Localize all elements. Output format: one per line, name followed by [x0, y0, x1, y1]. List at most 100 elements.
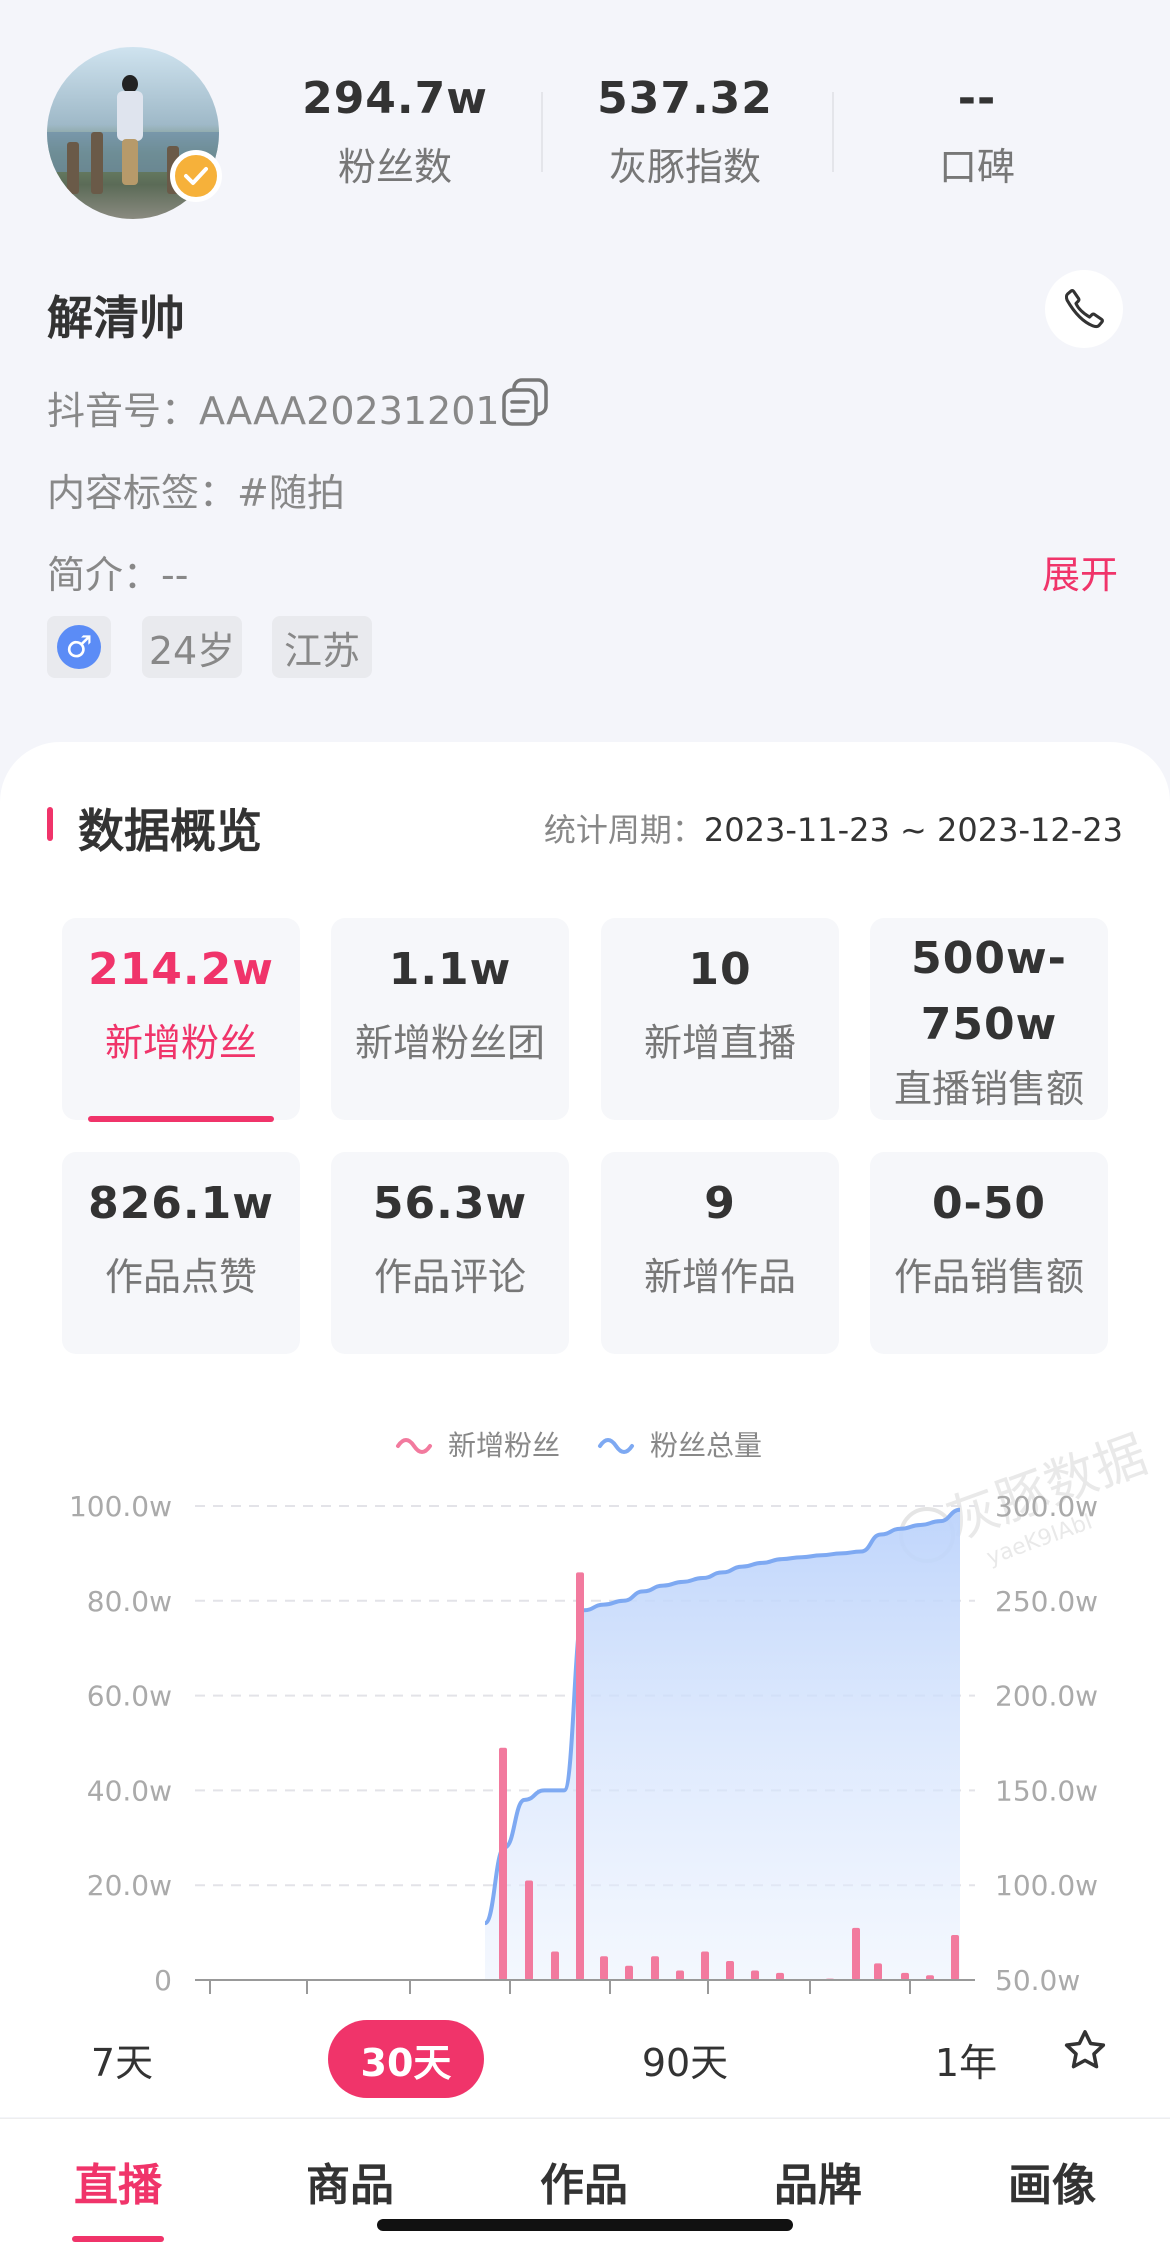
new-fans-bar — [651, 1956, 659, 1980]
expand-link[interactable]: 展开 — [1042, 544, 1118, 599]
new-fans-bar — [525, 1880, 533, 1980]
total-fans-area — [485, 1509, 960, 1980]
tile-value: 0-50 — [931, 1178, 1047, 1229]
tile-label: 作品点赞 — [104, 1255, 257, 1299]
tile-work-comments[interactable]: 56.3w 作品评论 — [331, 1152, 569, 1354]
y-left-tick-label: 80.0w — [87, 1585, 172, 1618]
chart-svg: 新增粉丝 粉丝总量 灰豚数据 yaeK9IAbI 020.0w40.0w60.0… — [69, 1425, 1155, 1997]
new-fans-bar — [701, 1951, 709, 1980]
stat-reputation[interactable]: -- 口碑 — [867, 70, 1087, 191]
y-left-tick-label: 100.0w — [69, 1490, 172, 1523]
y-right-tick-label: 150.0w — [995, 1774, 1098, 1807]
tile-new-fans[interactable]: 214.2w 新增粉丝 — [62, 918, 300, 1122]
tile-label: 新增粉丝 — [104, 1021, 257, 1065]
douyin-id-label: 抖音号： — [47, 389, 200, 433]
content-tag-value: #随拍 — [237, 471, 345, 515]
stat-fans[interactable]: 294.7w 粉丝数 — [285, 70, 505, 191]
tab-works[interactable]: 作品 — [504, 2149, 664, 2213]
period-1y[interactable]: 1年 — [906, 2020, 1026, 2098]
tile-label: 作品销售额 — [893, 1255, 1084, 1299]
tile-live-sales[interactable]: 500w- 750w 直播销售额 — [870, 918, 1108, 1120]
new-fans-bar — [625, 1965, 633, 1980]
tile-value: 10 — [688, 944, 752, 995]
stat-index[interactable]: 537.32 灰豚指数 — [575, 70, 795, 191]
male-icon: ♂ — [65, 629, 93, 665]
y-left-tick-label: 40.0w — [87, 1774, 172, 1807]
phone-icon — [1064, 289, 1104, 329]
bottom-tab-bar: 直播 商品 作品 品牌 画像 — [0, 2118, 1170, 2259]
period-value: 2023-11-23 ~ 2023-12-23 — [703, 811, 1123, 849]
star-icon — [1064, 2030, 1106, 2069]
section-title: 数据概览 — [78, 804, 262, 858]
tile-label: 新增作品 — [643, 1255, 796, 1299]
legend-total-fans-icon — [598, 1438, 634, 1454]
period-7d[interactable]: 7天 — [62, 2020, 182, 2098]
tab-active-indicator — [72, 2236, 164, 2242]
tab-brands[interactable]: 品牌 — [738, 2149, 898, 2213]
tab-live[interactable]: 直播 — [38, 2149, 198, 2213]
age-tag: 24岁 — [142, 616, 242, 678]
divider — [832, 92, 834, 172]
y-left-tick-label: 20.0w — [87, 1869, 172, 1902]
intro-label: 简介： — [47, 553, 162, 597]
y-right-tick-label: 250.0w — [995, 1585, 1098, 1618]
new-fans-bar — [726, 1961, 734, 1980]
stat-period: 统计周期：2023-11-23 ~ 2023-12-23 — [544, 805, 1123, 851]
new-fans-bar — [776, 1972, 784, 1980]
tab-portrait[interactable]: 画像 — [972, 2149, 1132, 2213]
profile-name: 解清帅 — [47, 291, 185, 345]
fans-chart[interactable]: 新增粉丝 粉丝总量 灰豚数据 yaeK9IAbI 0 20.0w 40.0w 60.0… — [0, 1410, 1170, 2010]
tile-label: 作品评论 — [373, 1255, 526, 1299]
content-tag-label: 内容标签： — [47, 471, 238, 515]
period-selector: 7天 30天 90天 1年 — [0, 2010, 1170, 2110]
chart-legend: 新增粉丝 粉丝总量 — [396, 1429, 762, 1462]
stat-value: 537.32 — [597, 73, 773, 124]
stat-label: 灰豚指数 — [608, 145, 761, 189]
new-fans-bar — [901, 1972, 909, 1980]
tile-work-sales[interactable]: 0-50 作品销售额 — [870, 1152, 1108, 1354]
legend-total-fans: 粉丝总量 — [650, 1429, 762, 1462]
tile-value: 9 — [704, 1178, 736, 1229]
favorite-button[interactable] — [1052, 2018, 1118, 2084]
tile-work-likes[interactable]: 826.1w 作品点赞 — [62, 1152, 300, 1354]
region-tag: 江苏 — [272, 616, 372, 678]
phone-button[interactable] — [1045, 270, 1123, 348]
legend-new-fans-icon — [396, 1438, 432, 1454]
tile-new-live[interactable]: 10 新增直播 — [601, 918, 839, 1120]
legend-new-fans: 新增粉丝 — [448, 1429, 560, 1462]
section-marker — [47, 807, 53, 841]
y-left-tick-label: 60.0w — [87, 1680, 172, 1713]
copy-icon[interactable] — [500, 376, 552, 432]
stat-label: 粉丝数 — [337, 145, 452, 189]
y-left-tick-label: 0 — [154, 1964, 172, 1997]
stat-value: 294.7w — [302, 73, 488, 124]
tile-value: 500w- 750w — [911, 933, 1067, 1050]
tile-label: 新增直播 — [643, 1021, 796, 1065]
period-30d[interactable]: 30天 — [328, 2020, 484, 2098]
y-right-tick-label: 100.0w — [995, 1869, 1098, 1902]
new-fans-bar — [951, 1934, 959, 1980]
divider — [541, 92, 543, 172]
tile-value: 214.2w — [88, 944, 274, 995]
douyin-id-row: 抖音号：AAAA20231201 — [47, 380, 500, 435]
new-fans-bar — [852, 1927, 860, 1980]
tile-label: 直播销售额 — [893, 1067, 1084, 1111]
new-fans-bar — [676, 1970, 684, 1980]
tile-new-fan-club[interactable]: 1.1w 新增粉丝团 — [331, 918, 569, 1120]
new-fans-bar — [551, 1951, 559, 1980]
y-right-tick-label: 200.0w — [995, 1680, 1098, 1713]
home-indicator — [377, 2219, 793, 2231]
tile-active-indicator — [88, 1116, 274, 1122]
tile-value: 56.3w — [372, 1178, 528, 1229]
stat-value: -- — [957, 73, 997, 124]
tile-label: 新增粉丝团 — [354, 1021, 545, 1065]
stat-label: 口碑 — [938, 145, 1015, 189]
gender-tag: ♂ — [47, 616, 111, 678]
period-90d[interactable]: 90天 — [620, 2020, 750, 2098]
y-right-tick-label: 50.0w — [995, 1964, 1080, 1997]
new-fans-bar — [874, 1963, 882, 1980]
douyin-id-value: AAAA20231201 — [199, 389, 500, 433]
tile-value: 826.1w — [88, 1178, 274, 1229]
tile-new-works[interactable]: 9 新增作品 — [601, 1152, 839, 1354]
tab-products[interactable]: 商品 — [270, 2149, 430, 2213]
